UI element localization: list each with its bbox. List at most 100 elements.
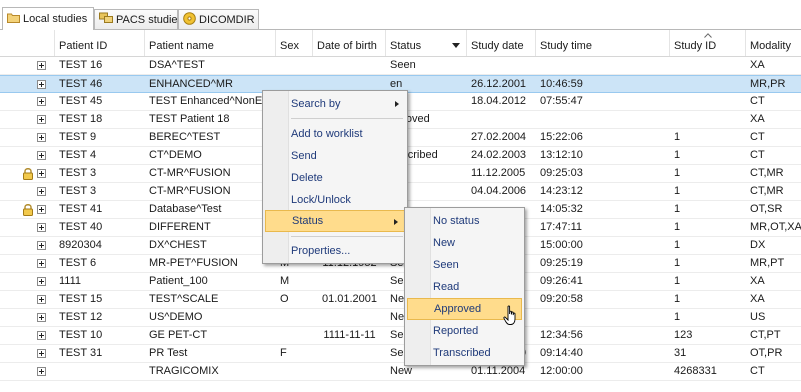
cell-sex [276,327,313,344]
expand-row-icon[interactable] [37,277,46,286]
cell-name: US^DEMO [149,311,203,323]
menu-item-properties[interactable]: Properties... [265,240,405,262]
status-option-seen[interactable]: Seen [407,254,522,276]
expand-row-icon[interactable] [37,205,46,214]
status-option-transcribed[interactable]: Transcribed [407,342,522,364]
expand-row-icon[interactable] [37,331,46,340]
cell-sid: 1 [674,131,681,143]
menu-item-label: Transcribed [433,347,491,359]
table-row[interactable]: TEST 15 TEST^SCALE O 01.01.2001 Ne 09:20:58 1 X… [0,291,801,309]
menu-item-label: Lock/Unlock [291,194,351,206]
menu-item-label: Send [291,150,317,162]
header-study-date[interactable]: Study date [467,30,536,56]
cell-name: BEREC^TEST [149,131,221,143]
expand-row-icon[interactable] [37,241,46,250]
table-row[interactable]: 1111 Patient_100 M Se 09:26:41 1 XA [0,273,801,291]
header-patient-id[interactable]: Patient ID [55,30,145,56]
cell-pid: TEST 10 [59,329,103,341]
header-status-label: Status [390,40,422,52]
expand-row-icon[interactable] [37,259,46,268]
expand-row-icon[interactable] [37,223,46,232]
cell-pid [55,363,145,380]
cell-mod: MR,OT,XA [750,221,801,233]
header-modality[interactable]: Modality [746,30,801,56]
cell-sex: F [280,347,287,359]
cell-name: TEST Patient 18 [149,113,230,125]
sort-descending-icon [452,43,460,48]
network-icon [99,12,113,27]
header-date-of-birth[interactable]: Date of birth [313,30,386,56]
expand-row-icon[interactable] [37,61,46,70]
cell-pid: TEST 31 [59,347,103,359]
header-patient-name[interactable]: Patient name [145,30,276,56]
table-row[interactable]: TRAGICOMIX New 01.11.2004 12:00:00 4268331 CT [0,363,801,381]
cell-pid: TEST 15 [59,293,103,305]
tab-dicomdir[interactable]: DICOMDIR [178,9,259,29]
expand-row-icon[interactable] [37,133,46,142]
header-expander-column[interactable] [0,30,55,56]
menu-item-label: Seen [433,259,459,271]
cell-name: CT^DEMO [149,149,202,161]
context-menu: Search by Add to worklist Send Delete Lo… [262,90,408,264]
cell-pid: TEST 40 [59,221,103,233]
cell-sid: 1 [674,149,681,161]
cell-mod: XA [750,275,765,287]
cell-pid: TEST 9 [59,131,97,143]
menu-item-label: Delete [291,172,323,184]
cell-sex [276,363,313,380]
cell-name: DX^CHEST [149,239,207,251]
cell-sdate: 26.12.2001 [471,78,527,90]
table-row[interactable]: TEST 10 GE PET-CT 1111-11-11 Se 12:34:56 123 C… [0,327,801,345]
expand-row-icon[interactable] [37,295,46,304]
header-status[interactable]: Status [386,30,467,56]
sort-ascending-icon [704,33,712,38]
tab-local-studies[interactable]: Local studies [2,7,94,30]
lock-icon [23,168,33,180]
cell-name: DSA^TEST [149,59,205,71]
menu-item-delete[interactable]: Delete [265,167,405,189]
status-option-read[interactable]: Read [407,276,522,298]
expand-row-icon[interactable] [37,151,46,160]
cell-stime [536,309,670,326]
header-sex[interactable]: Sex [276,30,313,56]
expand-row-icon[interactable] [37,349,46,358]
cell-mod: CT [750,365,765,377]
menu-item-add-to-worklist[interactable]: Add to worklist [265,123,405,145]
header-study-time[interactable]: Study time [536,30,670,56]
cell-pid: TEST 6 [59,257,97,269]
cell-dob [313,363,386,380]
cell-sid: 4268331 [674,365,717,377]
expand-row-icon[interactable] [37,367,46,376]
menu-item-lock-unlock[interactable]: Lock/Unlock [265,189,405,211]
menu-item-send[interactable]: Send [265,145,405,167]
cell-sid: 31 [674,347,687,359]
expand-row-icon[interactable] [37,97,46,106]
cell-pid: TEST 3 [59,167,97,179]
header-study-id[interactable]: Study ID [670,30,746,56]
cell-name: TEST^SCALE [149,293,219,305]
cell-pid: TEST 3 [59,185,97,197]
expand-row-icon[interactable] [37,115,46,124]
status-option-new[interactable]: New [407,232,522,254]
expand-row-icon[interactable] [37,80,46,89]
table-row[interactable]: TEST 16 DSA^TEST Seen XA [0,57,801,75]
menu-item-search-by[interactable]: Search by [265,93,405,115]
menu-item-status[interactable]: Status [265,210,405,232]
expand-row-icon[interactable] [37,169,46,178]
cell-status: Seen [390,59,416,71]
cell-pid: TEST 41 [59,203,103,215]
table-row[interactable]: TEST 31PR TestFSeen13.10.201009:14:4031O… [0,345,801,363]
expand-row-icon[interactable] [37,313,46,322]
cell-mod: US [750,311,766,323]
menu-separator [291,236,403,237]
cell-stime: 09:14:40 [540,347,583,359]
cell-stime: 10:46:59 [540,78,583,90]
tab-pacs-studies[interactable]: PACS studies [94,9,183,29]
table-row[interactable]: TEST 12 US^DEMO Ne 1 US [0,309,801,327]
cell-mod: DX [750,239,766,251]
tab-label: PACS studies [116,13,184,26]
status-option-no-status[interactable]: No status [407,210,522,232]
expand-row-icon[interactable] [37,187,46,196]
cell-sdate [467,111,536,128]
cell-sdate: 04.04.2006 [471,185,527,197]
